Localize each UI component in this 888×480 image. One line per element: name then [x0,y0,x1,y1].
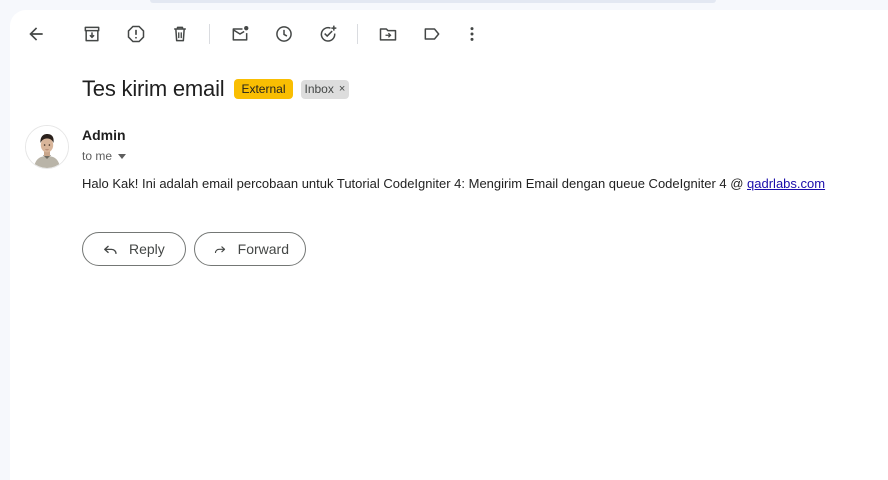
sender-avatar[interactable] [25,125,69,169]
archive-button[interactable] [80,22,104,46]
sender-name: Admin [82,127,126,143]
move-to-icon [379,28,397,41]
forward-icon [214,246,226,254]
inbox-label-chip[interactable]: Inbox × [300,79,350,99]
add-to-tasks-button[interactable] [316,22,340,46]
email-subject: Tes kirim email [82,76,225,101]
move-to-button[interactable] [376,22,400,46]
email-toolbar [10,10,888,58]
label-button[interactable] [420,22,444,46]
snooze-icon [276,26,292,42]
report-spam-button[interactable] [124,22,148,46]
external-badge: External [234,79,293,99]
reply-icon [104,245,117,254]
mark-unread-button[interactable] [228,22,252,46]
delete-button[interactable] [168,22,192,46]
add-to-tasks-icon [320,25,337,42]
report-spam-icon [127,25,145,43]
subject-row: Tes kirim email External Inbox × [82,76,350,102]
more-options-button[interactable] [460,22,484,46]
forward-label: Forward [237,241,289,257]
forward-button[interactable]: Forward [194,232,306,266]
email-body: Halo Kak! Ini adalah email percobaan unt… [82,176,825,191]
inbox-label-text: Inbox [304,81,334,96]
toolbar-divider [209,24,210,44]
label-icon [424,28,440,40]
toolbar-divider [357,24,358,44]
recipient-details-toggle[interactable]: to me [82,149,127,163]
caret-down-icon [118,153,127,159]
archive-icon [84,26,100,42]
recipient-line: to me [82,149,113,163]
avatar-photo [26,126,68,168]
back-arrow-icon [29,27,43,41]
more-vert-icon [470,27,474,41]
top-scroll-strip [150,0,716,3]
back-button[interactable] [24,22,48,46]
delete-icon [174,26,186,42]
body-link[interactable]: qadrlabs.com [747,176,825,191]
reply-button[interactable]: Reply [82,232,186,266]
reply-label: Reply [129,241,165,257]
remove-label-icon[interactable]: × [339,82,345,97]
email-view: Tes kirim email External Inbox × Admin t… [10,10,888,480]
email-body-text: Halo Kak! Ini adalah email percobaan unt… [82,176,748,191]
snooze-button[interactable] [272,22,296,46]
mark-unread-icon [232,26,249,41]
